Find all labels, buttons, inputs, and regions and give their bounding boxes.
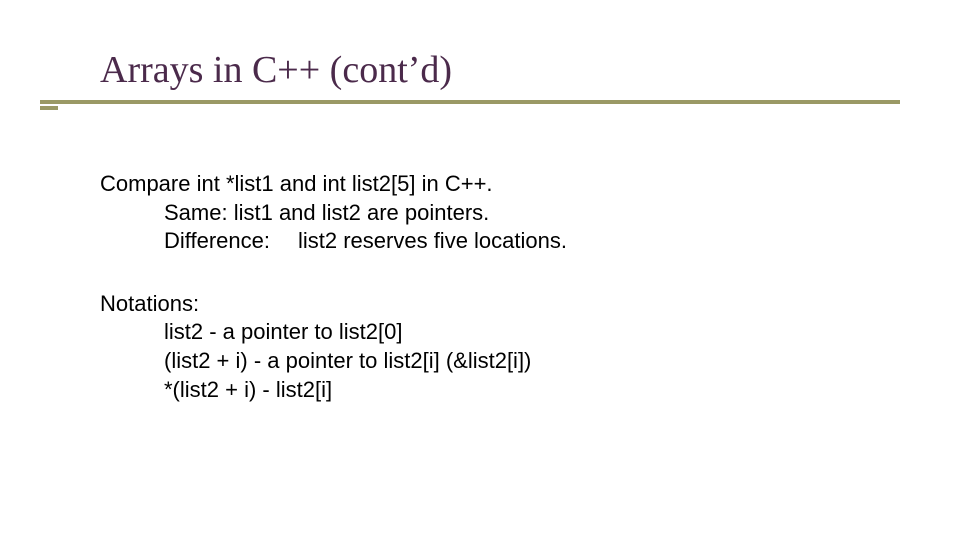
rule-accent [40,106,58,110]
notation-2: (list2 + i) - a pointer to list2[i] (&li… [100,347,890,376]
notations-heading: Notations: [100,290,890,319]
notation-1: list2 - a pointer to list2[0] [100,318,890,347]
diff-text: list2 reserves five locations. [298,228,567,253]
para-compare: Compare int *list1 and int list2[5] in C… [100,170,890,256]
slide-body: Compare int *list1 and int list2[5] in C… [100,170,890,404]
diff-line: Difference: list2 reserves five locations… [100,227,890,256]
para-notations: Notations: list2 - a pointer to list2[0]… [100,290,890,404]
compare-line: Compare int *list1 and int list2[5] in C… [100,170,890,199]
same-label: Same: [164,200,228,225]
same-line: Same: list1 and list2 are pointers. [100,199,890,228]
title-underline [40,100,900,110]
diff-label: Difference: [164,228,270,253]
slide: Arrays in C++ (cont’d) Compare int *list… [0,0,960,540]
slide-title: Arrays in C++ (cont’d) [100,48,890,92]
rule-main [40,100,900,104]
same-text: list1 and list2 are pointers. [228,200,490,225]
notation-3: *(list2 + i) - list2[i] [100,376,890,405]
